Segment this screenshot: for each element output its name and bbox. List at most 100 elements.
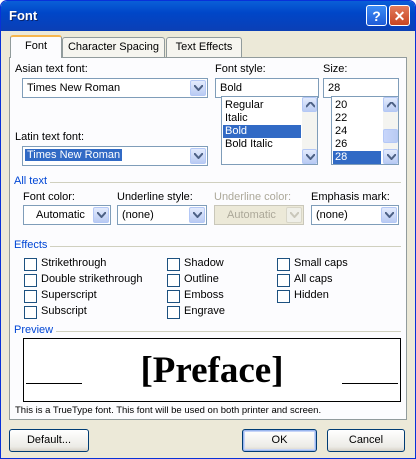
- preview-divider: [15, 331, 401, 332]
- emboss-label[interactable]: Emboss: [184, 289, 224, 301]
- hidden-label[interactable]: Hidden: [294, 289, 329, 301]
- window-title: Font: [9, 8, 38, 23]
- underline-style-select[interactable]: (none): [117, 205, 207, 225]
- chevron-down-icon: [194, 85, 203, 91]
- emphasis-mark-dropdown-button[interactable]: [381, 207, 397, 223]
- superscript-checkbox[interactable]: [24, 290, 37, 303]
- size-input[interactable]: 28: [323, 78, 399, 98]
- all-text-group-title: All text: [14, 175, 51, 187]
- emboss-checkbox[interactable]: [167, 290, 180, 303]
- size-option[interactable]: 26: [333, 138, 381, 151]
- underline-color-dropdown-button: [286, 207, 302, 223]
- font-dialog: Font ? ✕ Font Character Spacing Text Eff…: [0, 0, 416, 459]
- small-caps-label[interactable]: Small caps: [294, 257, 348, 269]
- help-icon: ?: [372, 8, 381, 24]
- font-color-dropdown-button[interactable]: [93, 207, 109, 223]
- small-caps-checkbox[interactable]: [277, 258, 290, 271]
- emphasis-mark-value: (none): [316, 209, 348, 221]
- double-strikethrough-label[interactable]: Double strikethrough: [41, 273, 143, 285]
- emphasis-mark-select[interactable]: (none): [311, 205, 399, 225]
- default-button[interactable]: Default...: [9, 429, 89, 452]
- engrave-checkbox[interactable]: [167, 306, 180, 319]
- tab-text-effects-label: Text Effects: [175, 41, 233, 53]
- latin-font-label: Latin text font:: [15, 131, 85, 143]
- asian-font-select[interactable]: Times New Roman: [22, 78, 208, 98]
- asian-font-dropdown-button[interactable]: [190, 80, 206, 96]
- scroll-up-button[interactable]: [383, 97, 398, 112]
- all-caps-label[interactable]: All caps: [294, 273, 333, 285]
- preview-group-title: Preview: [14, 324, 57, 336]
- engrave-label[interactable]: Engrave: [184, 305, 225, 317]
- size-scrollbar[interactable]: [383, 97, 398, 164]
- shadow-checkbox[interactable]: [167, 258, 180, 271]
- chevron-up-icon: [387, 102, 396, 108]
- preview-text: [Preface]: [140, 350, 284, 391]
- font-style-option[interactable]: Bold Italic: [223, 138, 301, 151]
- size-option[interactable]: 24: [333, 125, 381, 138]
- preview-baseline-right: [342, 383, 398, 384]
- font-style-option[interactable]: Regular: [223, 99, 301, 112]
- close-icon: ✕: [393, 8, 406, 24]
- outline-checkbox[interactable]: [167, 274, 180, 287]
- all-text-divider: [15, 182, 401, 183]
- hidden-checkbox[interactable]: [277, 290, 290, 303]
- all-caps-checkbox[interactable]: [277, 274, 290, 287]
- font-style-value: Bold: [220, 82, 243, 94]
- title-bar[interactable]: Font ? ✕: [1, 1, 415, 31]
- scroll-down-button[interactable]: [302, 149, 317, 164]
- underline-style-value: (none): [122, 209, 154, 221]
- size-list[interactable]: 20 22 24 26 28: [331, 96, 399, 165]
- chevron-down-icon: [97, 212, 106, 218]
- latin-font-dropdown-button[interactable]: [190, 148, 206, 164]
- font-style-option[interactable]: Italic: [223, 112, 301, 125]
- chevron-down-icon: [193, 212, 202, 218]
- close-button[interactable]: ✕: [389, 5, 410, 26]
- emphasis-mark-label: Emphasis mark:: [311, 191, 390, 203]
- scroll-thumb[interactable]: [383, 129, 398, 143]
- underline-color-value: Automatic: [227, 209, 276, 221]
- tab-font-label: Font: [24, 40, 47, 52]
- double-strikethrough-checkbox[interactable]: [24, 274, 37, 287]
- chevron-up-icon: [306, 102, 315, 108]
- tab-character-spacing-label: Character Spacing: [67, 41, 160, 53]
- size-label: Size:: [323, 63, 348, 75]
- chevron-down-icon: [194, 153, 203, 159]
- font-style-label: Font style:: [215, 63, 266, 75]
- preview-box: [Preface]: [23, 338, 401, 402]
- font-style-option-selected[interactable]: Bold: [223, 125, 301, 138]
- size-option[interactable]: 22: [333, 112, 381, 125]
- subscript-label[interactable]: Subscript: [41, 305, 87, 317]
- underline-style-dropdown-button[interactable]: [189, 207, 205, 223]
- font-color-value: Automatic: [36, 209, 85, 221]
- help-button[interactable]: ?: [366, 5, 387, 26]
- underline-style-label: Underline style:: [117, 191, 193, 203]
- superscript-label[interactable]: Superscript: [41, 289, 97, 301]
- latin-font-select[interactable]: Times New Roman: [22, 146, 208, 166]
- font-style-scrollbar[interactable]: [302, 97, 317, 164]
- scroll-up-button[interactable]: [302, 97, 317, 112]
- asian-font-label: Asian text font:: [15, 63, 88, 75]
- tab-text-effects[interactable]: Text Effects: [166, 37, 242, 57]
- strikethrough-checkbox[interactable]: [24, 258, 37, 271]
- effects-divider: [15, 246, 401, 247]
- cancel-button[interactable]: Cancel: [327, 429, 405, 452]
- size-option[interactable]: 20: [333, 99, 381, 112]
- effects-group-title: Effects: [14, 239, 51, 251]
- font-style-input[interactable]: Bold: [215, 78, 319, 98]
- scroll-down-button[interactable]: [383, 149, 398, 164]
- underline-color-label: Underline color:: [214, 191, 292, 203]
- subscript-checkbox[interactable]: [24, 306, 37, 319]
- tab-font[interactable]: Font: [10, 35, 62, 58]
- outline-label[interactable]: Outline: [184, 273, 219, 285]
- font-color-select[interactable]: Automatic: [23, 205, 111, 225]
- shadow-label[interactable]: Shadow: [184, 257, 224, 269]
- font-style-list[interactable]: Regular Italic Bold Bold Italic: [221, 96, 318, 165]
- chevron-down-icon: [385, 212, 394, 218]
- tab-character-spacing[interactable]: Character Spacing: [62, 37, 165, 57]
- preview-note: This is a TrueType font. This font will …: [15, 405, 322, 416]
- ok-button[interactable]: OK: [242, 429, 317, 452]
- strikethrough-label[interactable]: Strikethrough: [41, 257, 106, 269]
- chevron-down-icon: [290, 212, 299, 218]
- size-option-selected[interactable]: 28: [333, 151, 381, 164]
- underline-color-select: Automatic: [214, 205, 304, 225]
